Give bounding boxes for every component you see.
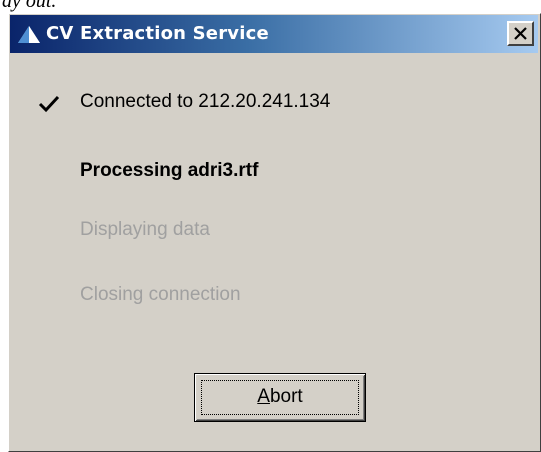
abort-label-rest: bort bbox=[269, 386, 303, 407]
blue-triangle-icon bbox=[18, 26, 40, 43]
status-step-closing: Closing connection bbox=[80, 284, 241, 305]
screenshot-page: ay out. CV Extraction Service Connected … bbox=[0, 0, 541, 452]
title-bar[interactable]: CV Extraction Service bbox=[10, 15, 538, 53]
checkmark-icon bbox=[38, 95, 60, 113]
status-step-connected: Connected to 212.20.241.134 bbox=[80, 91, 331, 112]
abort-button[interactable]: Abort bbox=[194, 373, 366, 422]
close-button[interactable] bbox=[507, 21, 534, 46]
status-step-processing: Processing adri3.rtf bbox=[80, 160, 259, 181]
close-icon bbox=[514, 27, 527, 40]
abort-button-label: Abort bbox=[195, 386, 365, 408]
cv-extraction-dialog: CV Extraction Service Connected to 212.2… bbox=[8, 13, 541, 452]
status-step-displaying: Displaying data bbox=[80, 219, 210, 240]
abort-mnemonic: A bbox=[257, 386, 270, 407]
cropped-background-text: ay out. bbox=[2, 0, 57, 12]
window-title: CV Extraction Service bbox=[46, 23, 269, 44]
